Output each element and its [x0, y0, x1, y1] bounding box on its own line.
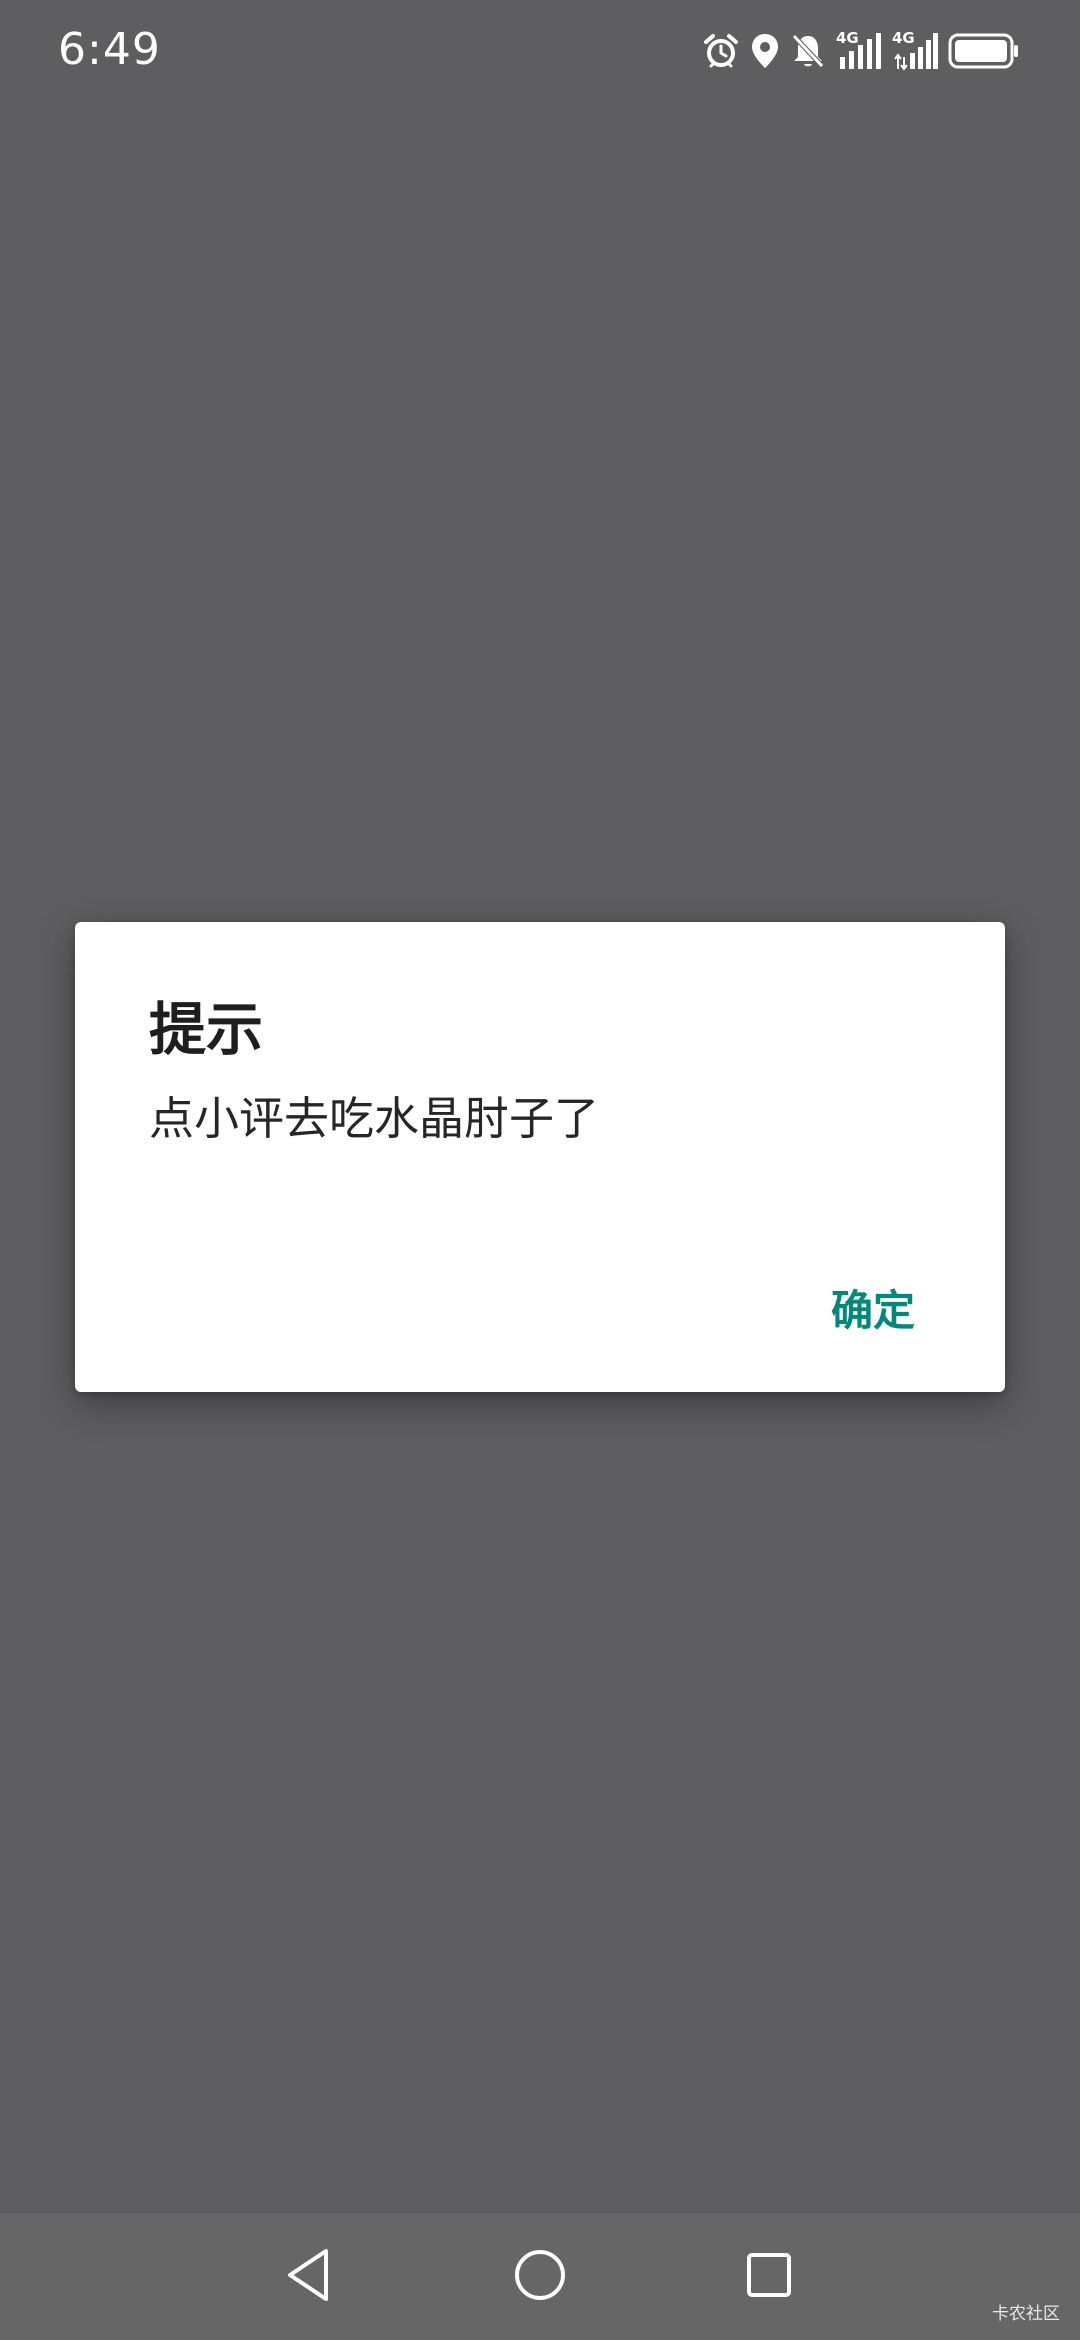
status-icons: 4G 4G — [702, 28, 1020, 74]
recents-button[interactable] — [709, 2213, 829, 2340]
location-icon — [750, 32, 780, 70]
navigation-bar: 卡农社区 — [0, 2213, 1080, 2340]
battery-icon — [948, 32, 1020, 70]
dialog-title: 提示 — [149, 997, 263, 1063]
alarm-icon — [702, 32, 740, 70]
back-button[interactable] — [249, 2213, 369, 2340]
status-bar: 6:49 4G 4G — [0, 0, 1080, 100]
recents-square-icon — [745, 2251, 793, 2303]
home-circle-icon — [513, 2248, 567, 2306]
network-type-label: 4G — [836, 29, 859, 47]
alert-dialog: 提示 点小评去吃水晶肘子了 确定 — [75, 922, 1005, 1392]
signal-4g-icon: 4G — [892, 29, 938, 71]
back-triangle-icon — [284, 2247, 334, 2307]
network-type-label: 4G — [892, 29, 915, 47]
signal-4g-icon: 4G — [836, 29, 882, 71]
dialog-message: 点小评去吃水晶肘子了 — [149, 1092, 600, 1145]
home-button[interactable] — [480, 2213, 600, 2340]
watermark: 卡农社区 — [992, 2304, 1060, 2324]
confirm-button[interactable]: 确定 — [831, 1277, 915, 1338]
bell-off-icon — [790, 32, 826, 70]
status-time: 6:49 — [58, 24, 161, 75]
